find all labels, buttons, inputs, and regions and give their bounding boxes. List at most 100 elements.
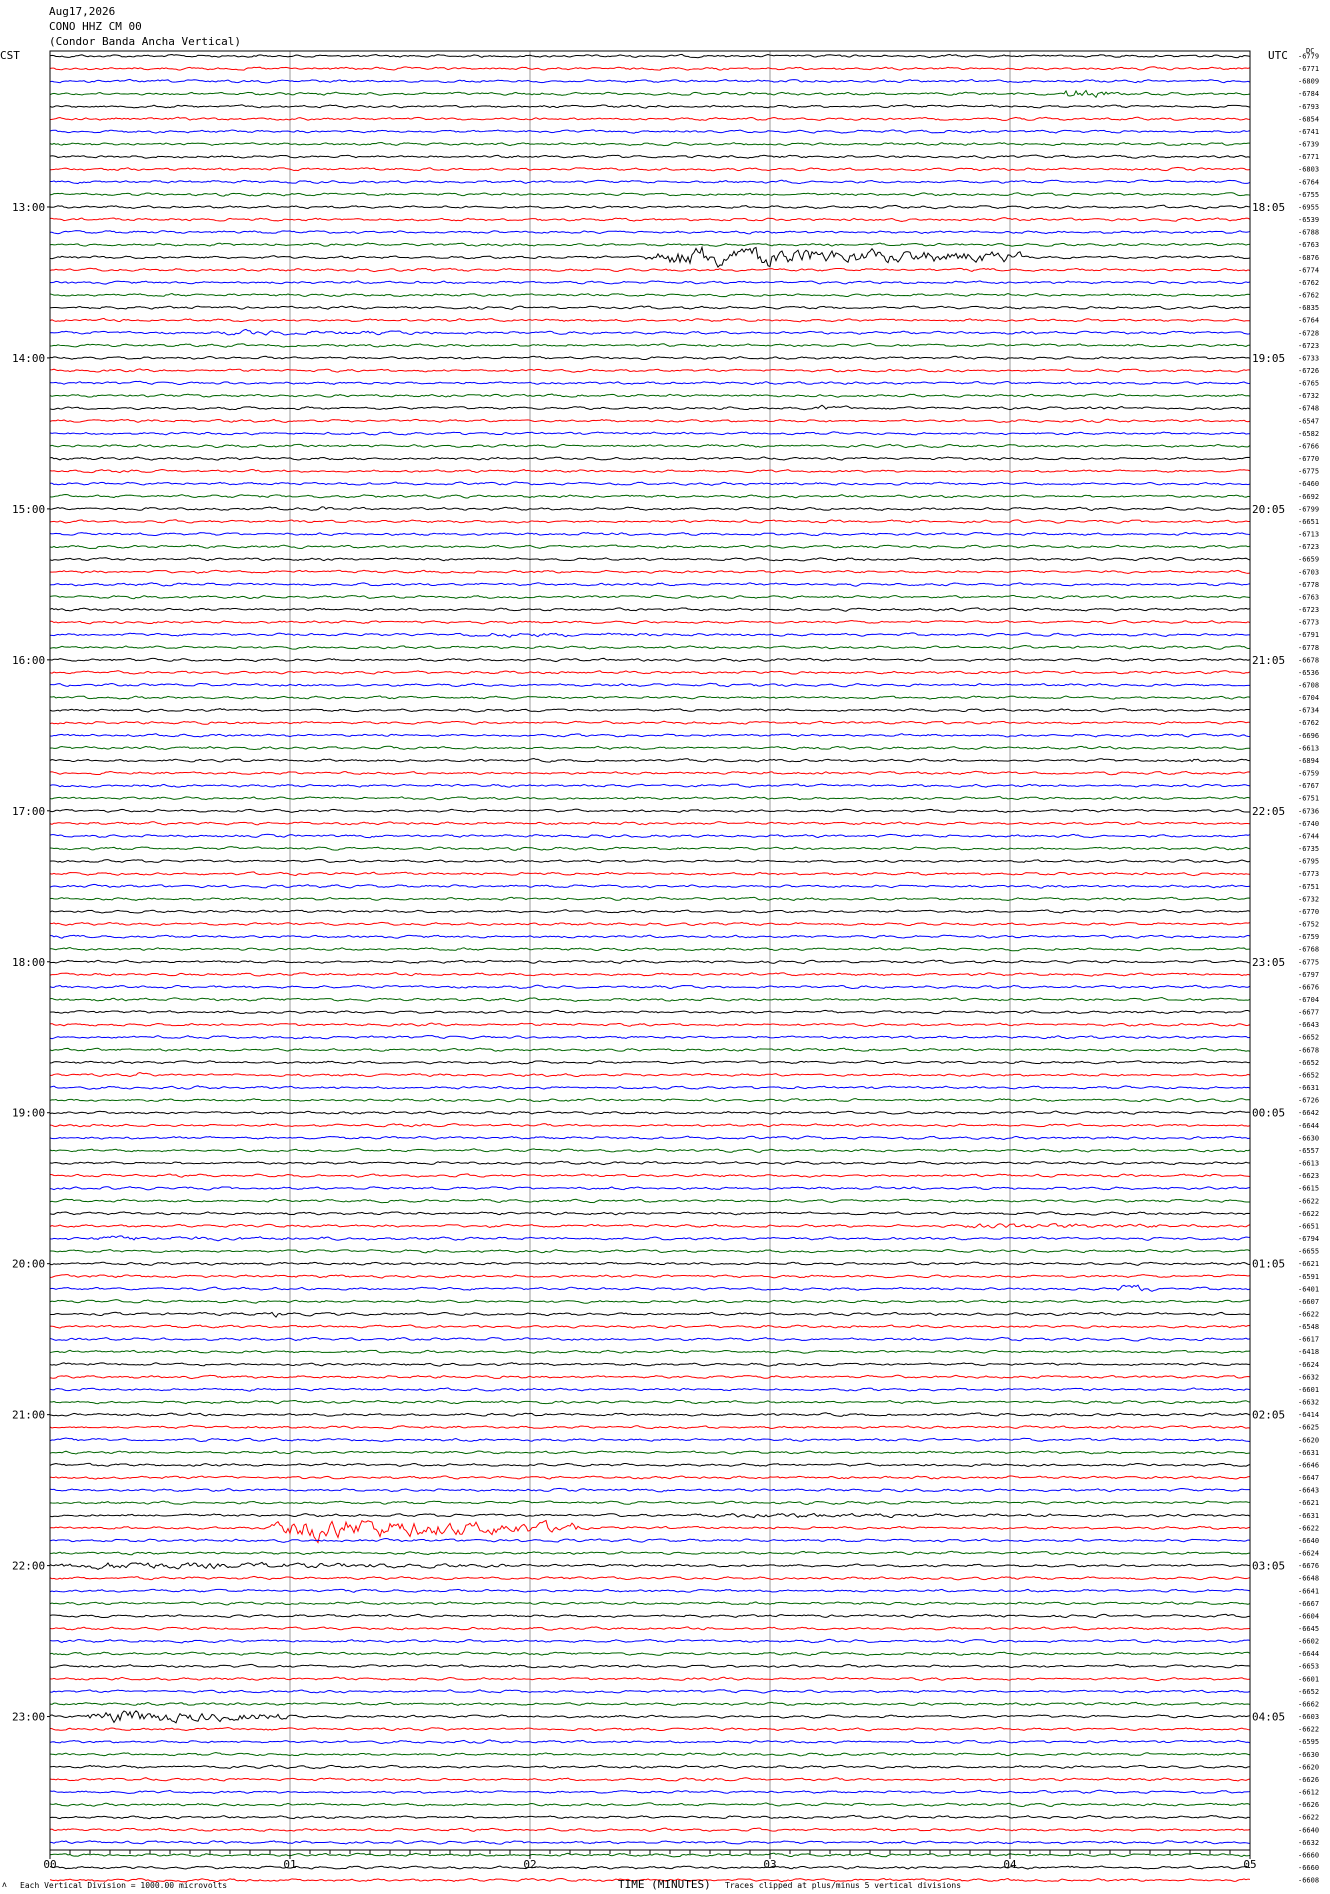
row-offset-label: -6646 <box>1298 1461 1319 1469</box>
row-offset-label: -6626 <box>1298 1776 1319 1784</box>
x-tick-label: 01 <box>283 1858 296 1871</box>
seismic-trace <box>49 745 1250 751</box>
hour-label-right: 01:05 <box>1252 1258 1285 1271</box>
row-offset-label: -6752 <box>1298 921 1319 929</box>
seismic-trace <box>49 1362 1251 1367</box>
seismic-trace <box>49 959 1251 964</box>
seismic-trace <box>49 242 1251 247</box>
seismic-trace <box>49 770 1251 776</box>
row-offset-label: -6735 <box>1298 845 1319 853</box>
seismic-trace <box>49 859 1251 864</box>
seismic-trace <box>49 569 1251 574</box>
seismic-trace <box>49 1034 1251 1040</box>
seismic-trace <box>49 1613 1251 1619</box>
seismic-trace <box>49 670 1251 675</box>
seismic-trace <box>49 921 1251 927</box>
row-offset-label: -6622 <box>1298 1197 1319 1205</box>
seismic-trace <box>49 104 1251 109</box>
seismic-trace <box>49 1274 1251 1279</box>
seismic-trace <box>49 292 1251 298</box>
seismic-trace <box>49 1399 1251 1405</box>
row-offset-label: -6613 <box>1298 1160 1319 1168</box>
seismic-trace <box>49 328 1251 336</box>
row-offset-label: -6751 <box>1298 883 1319 891</box>
hour-label-left: 15:00 <box>12 503 45 516</box>
row-offset-label: -6733 <box>1298 354 1319 362</box>
seismic-trace <box>49 1022 1251 1027</box>
seismic-trace <box>49 833 1251 839</box>
seismic-trace <box>49 1249 1251 1254</box>
seismic-trace <box>49 1500 1251 1505</box>
row-offset-label: -6723 <box>1298 342 1319 350</box>
seismic-trace <box>49 1261 1251 1266</box>
seismic-trace <box>49 708 1251 713</box>
seismic-trace <box>49 78 1251 84</box>
seismic-trace <box>49 1689 1251 1694</box>
row-offset-label: -6767 <box>1298 782 1319 790</box>
seismic-trace <box>49 342 1251 348</box>
row-offset-label: -6876 <box>1298 254 1319 262</box>
row-offset-label: -6795 <box>1298 858 1319 866</box>
row-offset-label: -6741 <box>1298 128 1319 136</box>
row-offset-label: -6640 <box>1298 1537 1319 1545</box>
hour-label-left: 18:00 <box>12 956 45 969</box>
row-offset-label: -6591 <box>1298 1273 1319 1281</box>
row-offset-label: -6651 <box>1298 518 1319 526</box>
seismic-trace <box>49 506 1251 512</box>
seismic-trace <box>49 1512 1251 1519</box>
row-offset-label: -6536 <box>1298 669 1319 677</box>
seismic-trace <box>49 808 1250 813</box>
row-offset-label: -6704 <box>1298 694 1319 702</box>
row-offset-label: -6631 <box>1298 1512 1319 1520</box>
row-offset-label: -6660 <box>1298 1864 1319 1872</box>
seismic-trace <box>49 695 1251 700</box>
row-offset-label: -6765 <box>1298 380 1319 388</box>
row-offset-label: -6655 <box>1298 1248 1319 1256</box>
seismic-trace <box>49 1462 1251 1467</box>
seismic-trace <box>49 1575 1251 1581</box>
row-offset-label: -6779 <box>1298 53 1319 61</box>
seismic-trace <box>49 1186 1251 1191</box>
row-offset-label: -6788 <box>1298 229 1319 237</box>
seismic-trace <box>49 1437 1251 1443</box>
row-offset-label: -6770 <box>1298 455 1319 463</box>
seismic-trace <box>49 1424 1251 1430</box>
hour-label-right: 04:05 <box>1252 1711 1285 1724</box>
row-offset-label: -6726 <box>1298 367 1319 375</box>
seismic-trace <box>49 431 1251 436</box>
seismic-trace <box>49 66 1251 71</box>
hour-label-right: 03:05 <box>1252 1560 1285 1573</box>
seismic-trace <box>49 645 1251 650</box>
seismic-trace <box>49 1701 1251 1706</box>
seismic-trace <box>49 1336 1251 1342</box>
helicorder-plot: -6779 -6771 -6809 -6784 -6793 -6854 -6741 -6739… <box>12 50 1319 1885</box>
seismic-trace <box>49 280 1251 285</box>
seismic-trace <box>49 1676 1251 1682</box>
row-offset-label: -6713 <box>1298 531 1319 539</box>
hour-label-left: 20:00 <box>12 1258 45 1271</box>
row-offset-label: -6799 <box>1298 505 1319 513</box>
seismic-trace <box>49 1324 1251 1329</box>
row-offset-label: -6894 <box>1298 757 1319 765</box>
row-offset-label: -6748 <box>1298 405 1319 413</box>
hour-label-left: 16:00 <box>12 654 45 667</box>
seismic-trace <box>49 984 1251 989</box>
trace-group <box>49 53 1251 1883</box>
row-offset-label: -6723 <box>1298 543 1319 551</box>
row-offset-label: -6723 <box>1298 606 1319 614</box>
seismic-trace <box>49 883 1251 889</box>
seismic-trace <box>49 245 1251 268</box>
row-offset-label: -6955 <box>1298 203 1319 211</box>
seismic-trace <box>49 1777 1251 1782</box>
row-offset-label: -6764 <box>1298 317 1319 325</box>
seismic-trace <box>49 393 1251 398</box>
row-offset-label: -6773 <box>1298 619 1319 627</box>
row-offset-label: -6763 <box>1298 241 1319 249</box>
row-offset-label: -6604 <box>1298 1612 1319 1620</box>
row-offset-label: -6762 <box>1298 279 1319 287</box>
row-offset-label: -6644 <box>1298 1650 1319 1658</box>
row-offset-label: -6607 <box>1298 1298 1319 1306</box>
row-offset-label: -6414 <box>1298 1411 1319 1419</box>
row-offset-label: -6623 <box>1298 1172 1319 1180</box>
seismic-trace <box>49 934 1251 939</box>
